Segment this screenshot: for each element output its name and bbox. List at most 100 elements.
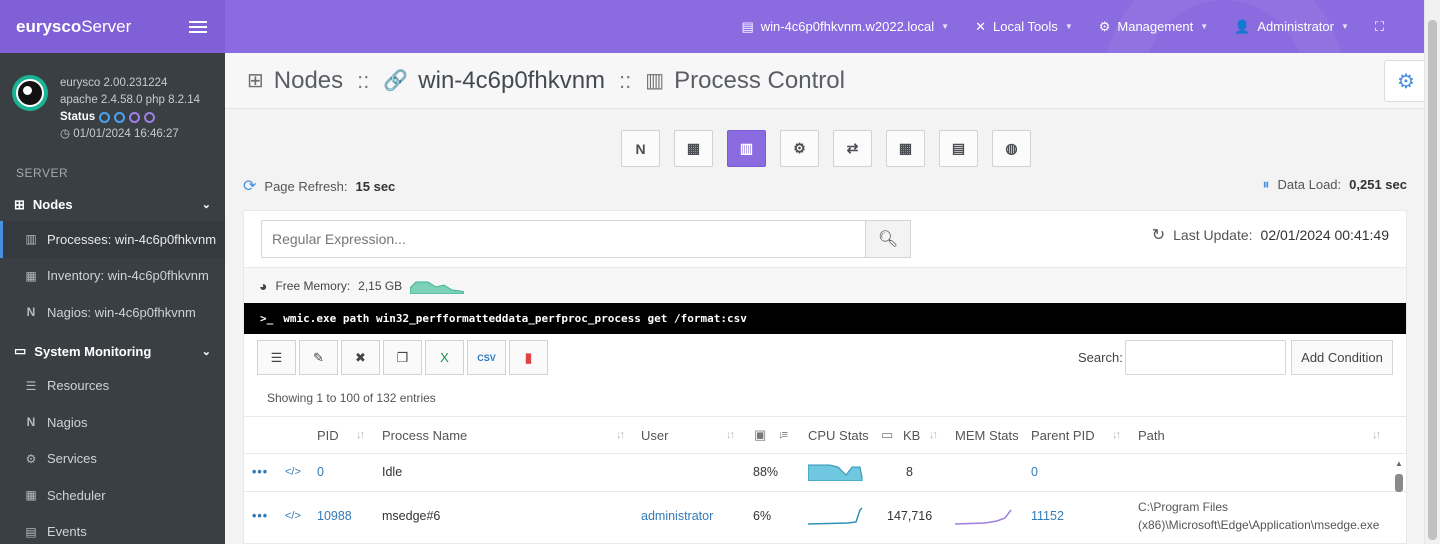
code-icon[interactable]: </> [285,466,301,478]
sidebar-item-inventory[interactable]: ▦ Inventory: win-4c6p0fhkvnm [0,258,225,295]
parent-pid-link[interactable]: 11152 [1031,509,1064,523]
sort-icon[interactable]: ↓↑ [929,429,938,441]
table-scrollbar[interactable]: ▲ [1392,459,1406,544]
status-ok-icon[interactable] [99,112,111,123]
nav-group-system-monitoring[interactable]: ▭ System Monitoring ⌄ [0,335,225,368]
select-checked-button[interactable]: ✎ [299,340,338,375]
caret-down-icon: ▼ [1340,22,1349,31]
caret-down-icon: ▼ [941,22,950,31]
status-sync-icon[interactable] [114,112,126,123]
mem-sparkline [955,509,1012,525]
events-view-button[interactable]: ▤ [939,130,978,167]
status-node-icon[interactable] [129,112,141,123]
add-condition-button[interactable]: Add Condition [1291,340,1393,375]
user-menu[interactable]: 👤 Administrator ▼ [1234,19,1349,35]
pid-link[interactable]: 10988 [317,509,352,523]
sitemap-icon: ⊞ [14,196,25,212]
services-view-button[interactable]: ⚙ [780,130,819,167]
page-scrollbar[interactable] [1424,0,1440,544]
process-name: msedge#6 [382,509,441,523]
row-menu-icon[interactable]: ••• [252,465,268,479]
nav-group-nodes[interactable]: ⊞ Nodes ⌄ [0,188,225,221]
scroll-thumb[interactable] [1395,474,1403,492]
version-text: eurysco 2.00.231224 [60,77,168,89]
memory-sparkline [410,281,465,294]
calendar-icon: ▦ [25,488,37,503]
table-row[interactable]: ••• </> 10988 msedge#6 administrator 6% … [244,492,1406,544]
user-link[interactable]: administrator [641,509,713,523]
memory-icon: ▭ [881,427,894,442]
datetime-text: ◷ 01/01/2024 16:46:27 [60,128,179,140]
sort-icon[interactable]: ↓↑ [1372,429,1381,441]
sitemap-icon: ⊞ [247,70,264,92]
inventory-view-button[interactable]: ▦ [674,130,713,167]
sort-icon[interactable]: ↓↑ [616,429,625,441]
nagios-view-button[interactable]: N [621,130,660,167]
csv-export-button[interactable]: CSV [467,340,506,375]
copy-button[interactable]: ❐ [383,340,422,375]
col-process-name[interactable]: Process Name [382,428,467,443]
path-value: C:\Program Files (x86)\Microsoft\Edge\Ap… [1138,500,1380,532]
sidebar-item-scheduler[interactable]: ▦ Scheduler [0,477,225,514]
sort-icon[interactable]: ↓↑ [1112,429,1121,441]
process-table: PID ↓↑ Process Name ↓↑ User ↓↑ ▣ ↓≡ CPU … [244,416,1406,544]
parent-pid-link[interactable]: 0 [1031,465,1038,479]
entries-info: Showing 1 to 100 of 132 entries [267,391,436,405]
nagios-icon: N [26,305,36,320]
fullscreen-icon[interactable]: ⛶ [1375,19,1384,35]
row-menu-icon[interactable]: ••• [252,509,268,523]
sidebar-item-processes[interactable]: ▥ Processes: win-4c6p0fhkvnm [0,221,225,258]
scroll-up-icon[interactable]: ▲ [1392,459,1406,468]
status-refresh-icon[interactable] [144,112,156,123]
col-path[interactable]: Path [1138,428,1165,443]
refresh-icon[interactable]: ⟳ [243,176,256,196]
pie-chart-icon: ◕ [259,277,268,294]
col-parent-pid[interactable]: Parent PID [1031,428,1095,443]
management-menu[interactable]: ⚙ Management ▼ [1099,19,1208,35]
regex-search-input[interactable]: Regular Expression... [261,220,866,258]
tools-icon: ✕ [975,18,986,34]
sidebar-item-nagios[interactable]: N Nagios [0,404,225,441]
search-button[interactable]: 🔍︎ [865,220,911,258]
sidebar-item-nagios-node[interactable]: N Nagios: win-4c6p0fhkvnm [0,294,225,331]
host-menu[interactable]: ▤ win-4c6p0fhkvnm.w2022.local ▼ [741,19,949,35]
local-tools-menu[interactable]: ✕ Local Tools ▼ [975,19,1073,35]
status-row: Status [60,109,200,126]
gear-icon: ⚙ [25,451,37,466]
code-icon[interactable]: </> [285,510,301,522]
section-label: SERVER [16,166,69,180]
col-cpu-stats[interactable]: CPU Stats [808,428,869,443]
menu-toggle-icon[interactable] [189,20,207,33]
sidebar-item-events[interactable]: ▤ Events [0,514,225,544]
scroll-thumb[interactable] [1428,20,1437,540]
sidebar-item-resources[interactable]: ☰ Resources [0,368,225,405]
pdf-export-button[interactable]: ▮ [509,340,548,375]
network-view-button[interactable]: ◍ [992,130,1031,167]
table-row[interactable]: ••• </> 0 Idle 88% 8 0 [244,454,1406,492]
command-line: >_ wmic.exe path win32_perfformatteddata… [244,303,1406,334]
select-all-button[interactable]: ☰ [257,340,296,375]
col-kb[interactable]: KB [903,428,920,443]
col-pid[interactable]: PID [317,428,339,443]
pid-link[interactable]: 0 [317,465,324,479]
scheduler-view-button[interactable]: ▦ [886,130,925,167]
col-user[interactable]: User [641,428,668,443]
transfer-view-button[interactable]: ⇄ [833,130,872,167]
settings-gear-button[interactable]: ⚙ [1384,60,1428,102]
sort-icon[interactable]: ↓↑ [356,429,365,441]
deselect-button[interactable]: ✖ [341,340,380,375]
view-toolbar: N ▦ ▥ ⚙ ⇄ ▦ ▤ ◍ [621,130,1031,167]
sidebar-item-services[interactable]: ⚙ Services [0,441,225,478]
stack-text: apache 2.4.58.0 php 8.2.14 [60,94,201,106]
page-title: ⊞ Nodes :: 🔗 win-4c6p0fhkvnm :: ▥ Proces… [225,53,1428,109]
table-search-input[interactable] [1125,340,1286,375]
col-mem-stats[interactable]: MEM Stats [955,428,1019,443]
sort-desc-icon[interactable]: ↓≡ [778,429,788,441]
cpu-sparkline [808,464,863,481]
pause-icon[interactable]: ⏸ [1263,176,1270,193]
brand-logo[interactable]: euryscoServer [16,17,131,37]
process-view-button[interactable]: ▥ [727,130,766,167]
excel-export-button[interactable]: X [425,340,464,375]
page-host: win-4c6p0fhkvnm [418,66,606,94]
sort-icon[interactable]: ↓↑ [726,429,735,441]
